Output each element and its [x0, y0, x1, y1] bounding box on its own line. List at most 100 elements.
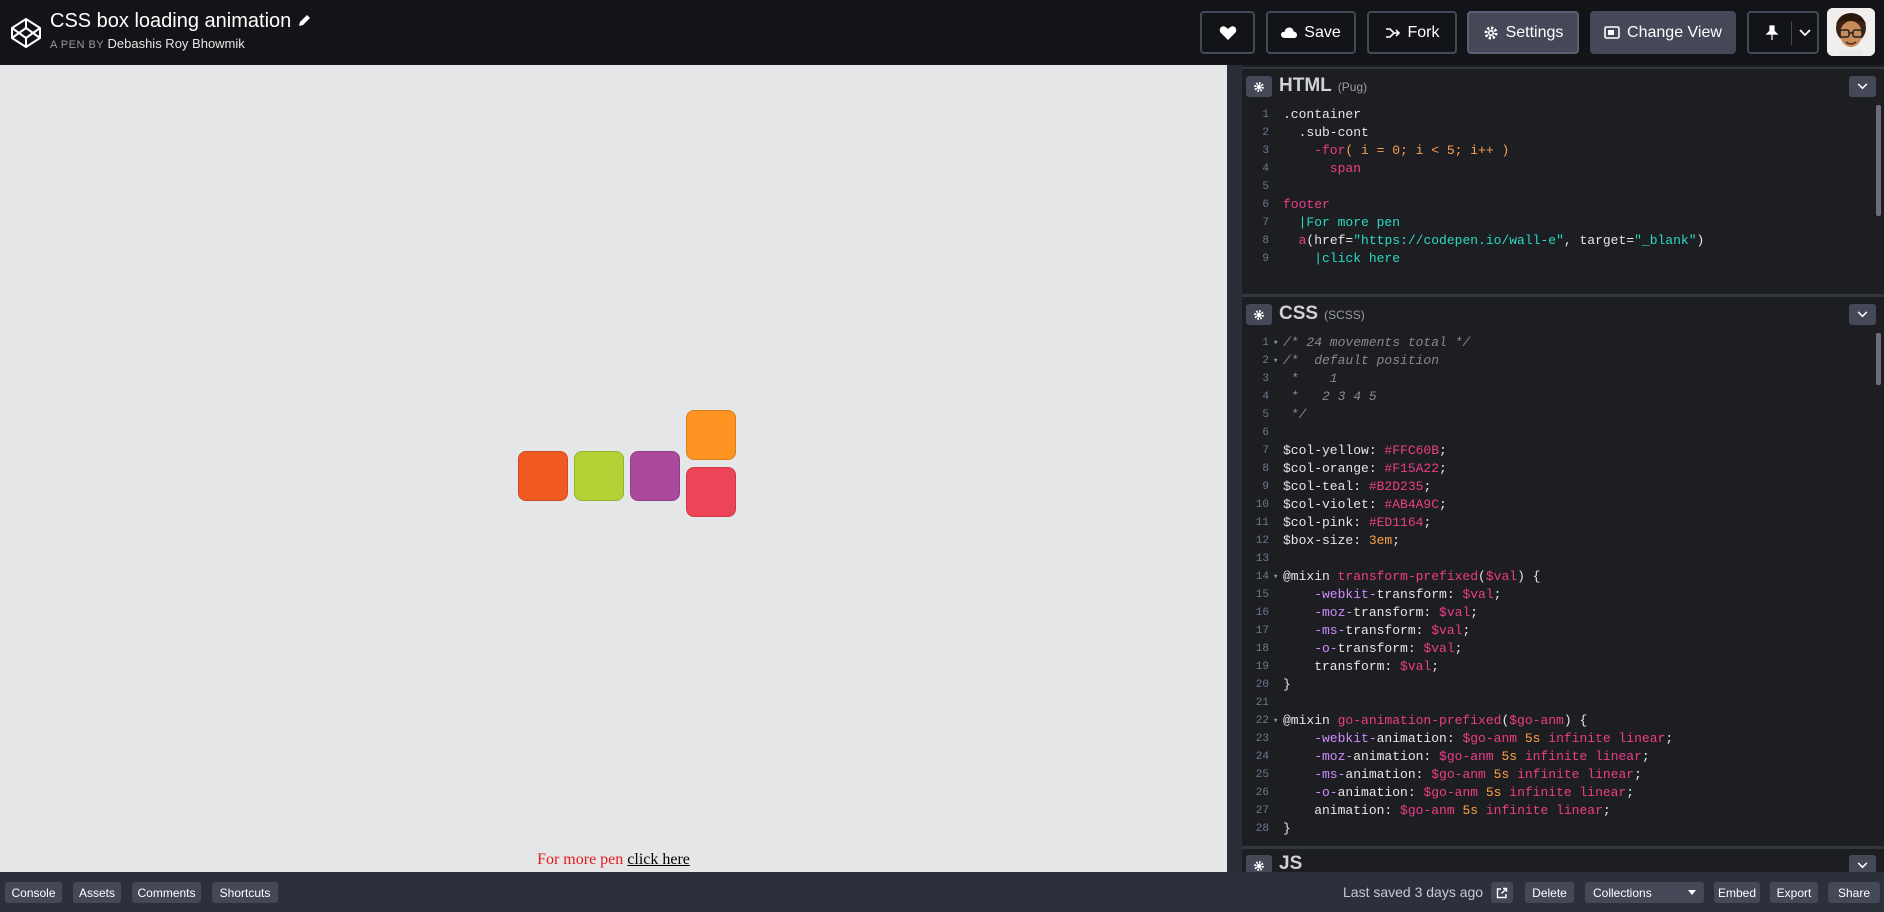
code-line[interactable]: 28}	[1242, 820, 1884, 838]
heart-button[interactable]	[1200, 11, 1255, 54]
user-avatar[interactable]	[1827, 8, 1875, 56]
code-line[interactable]: 1 .container	[1242, 106, 1884, 124]
code-token: .container	[1283, 107, 1362, 122]
css-collapse-button[interactable]	[1849, 304, 1876, 325]
cloud-icon	[1281, 27, 1298, 38]
line-number: 21	[1255, 697, 1269, 709]
code-line[interactable]: 5	[1242, 178, 1884, 196]
code-line[interactable]: 19 transform: $val;	[1242, 658, 1884, 676]
code-line[interactable]: 20}	[1242, 676, 1884, 694]
code-line[interactable]: 12 $box-size: 3em;	[1242, 532, 1884, 550]
code-line[interactable]: 1 ▾ /* 24 movements total */	[1242, 334, 1884, 352]
code-line[interactable]: 25 -ms-animation: $go-anm 5s infinite li…	[1242, 766, 1884, 784]
html-scrollbar[interactable]	[1876, 105, 1881, 216]
code-token: $col-yellow:	[1283, 443, 1385, 458]
code-token: ( i = 0; i < 5; i++ )	[1345, 143, 1510, 158]
pin-button[interactable]	[1747, 11, 1819, 54]
code-line[interactable]: 11 $col-pink: #ED1164;	[1242, 514, 1884, 532]
code-line[interactable]: 7 $col-yellow: #FFC60B;	[1242, 442, 1884, 460]
chevron-down-icon[interactable]	[1799, 29, 1811, 37]
comments-button[interactable]: Comments	[132, 882, 201, 903]
loader-box-green	[574, 451, 624, 501]
line-number: 3	[1262, 145, 1269, 157]
code-line[interactable]: 10 $col-violet: #AB4A9C;	[1242, 496, 1884, 514]
code-line[interactable]: 8 $col-orange: #F15A22;	[1242, 460, 1884, 478]
pen-title-block: CSS box loading animation A PEN BY Debas…	[50, 9, 311, 51]
css-settings-button[interactable]	[1246, 304, 1272, 325]
change-view-button[interactable]: Change View	[1590, 11, 1736, 54]
code-line[interactable]: 6 footer	[1242, 196, 1884, 214]
code-line[interactable]: 3 -for( i = 0; i < 5; i++ )	[1242, 142, 1884, 160]
assets-button[interactable]: Assets	[73, 882, 121, 903]
console-button[interactable]: Console	[5, 882, 62, 903]
html-collapse-button[interactable]	[1849, 76, 1876, 97]
code-line[interactable]: 4 span	[1242, 160, 1884, 178]
html-settings-button[interactable]	[1246, 76, 1272, 97]
fork-button[interactable]: Fork	[1367, 11, 1457, 54]
code-token: footer	[1283, 197, 1330, 212]
code-token: #FFC60B	[1384, 443, 1440, 458]
preview-pane: For more pen click here	[0, 65, 1227, 872]
code-line[interactable]: 3 * 1	[1242, 370, 1884, 388]
shortcuts-button[interactable]: Shortcuts	[212, 882, 278, 903]
code-line[interactable]: 9 $col-teal: #B2D235;	[1242, 478, 1884, 496]
pane-resize-divider[interactable]	[1227, 65, 1242, 872]
code-line[interactable]: 18 -o-transform: $val;	[1242, 640, 1884, 658]
code-line[interactable]: 13	[1242, 550, 1884, 568]
code-text: transform: $val;	[1283, 658, 1439, 676]
fold-arrow-icon[interactable]: ▾	[1273, 712, 1278, 730]
pen-title[interactable]: CSS box loading animation	[50, 9, 311, 33]
codepen-logo-icon[interactable]	[10, 17, 42, 49]
code-token: -ms-	[1283, 767, 1346, 782]
collections-dropdown[interactable]: Collections	[1585, 882, 1704, 903]
code-token: }	[1283, 821, 1291, 836]
code-line[interactable]: 14 ▾ @mixin transform-prefixed($val) {	[1242, 568, 1884, 586]
css-title-text: CSS	[1279, 303, 1319, 324]
author-link[interactable]: Debashis Roy Bhowmik	[108, 36, 245, 51]
settings-button[interactable]: Settings	[1467, 11, 1579, 54]
code-line[interactable]: 9 |click here	[1242, 250, 1884, 268]
code-line[interactable]: 15 -webkit-transform: $val;	[1242, 586, 1884, 604]
save-button[interactable]: Save	[1266, 11, 1356, 54]
code-line[interactable]: 2 .sub-cont	[1242, 124, 1884, 142]
code-line[interactable]: 17 -ms-transform: $val;	[1242, 622, 1884, 640]
fold-arrow-icon[interactable]: ▾	[1273, 334, 1278, 352]
css-code-editor[interactable]: 1 ▾ /* 24 movements total */ 2 ▾ /* default p…	[1242, 334, 1884, 844]
code-line[interactable]: 2 ▾ /* default position	[1242, 352, 1884, 370]
footer-click-here-link[interactable]: click here	[627, 851, 690, 868]
open-external-button[interactable]	[1491, 882, 1513, 903]
code-line[interactable]: 6	[1242, 424, 1884, 442]
code-token: ;	[1665, 731, 1674, 746]
share-button[interactable]: Share	[1828, 882, 1880, 903]
code-line[interactable]: 8 a(href="https://codepen.io/wall-e", ta…	[1242, 232, 1884, 250]
chevron-down-icon	[1857, 862, 1868, 869]
code-text: a(href="https://codepen.io/wall-e", targ…	[1283, 232, 1705, 250]
code-line[interactable]: 5 */	[1242, 406, 1884, 424]
html-code-editor[interactable]: 1 .container 2 .sub-cont 3 -for( i = 0; i <…	[1242, 106, 1884, 292]
edit-pencil-icon[interactable]	[297, 14, 311, 28]
code-line[interactable]: 27 animation: $go-anm 5s infinite linear…	[1242, 802, 1884, 820]
js-settings-button[interactable]	[1246, 855, 1272, 872]
code-token: transform:	[1283, 659, 1401, 674]
code-token: transform:	[1345, 623, 1432, 638]
code-text: /* default position	[1283, 352, 1439, 370]
code-token: |click here	[1283, 251, 1401, 266]
embed-button[interactable]: Embed	[1714, 882, 1760, 903]
code-line[interactable]: 4 * 2 3 4 5	[1242, 388, 1884, 406]
delete-button[interactable]: Delete	[1525, 882, 1574, 903]
code-line[interactable]: 21	[1242, 694, 1884, 712]
code-token: span	[1283, 161, 1362, 176]
code-line[interactable]: 7 |For more pen	[1242, 214, 1884, 232]
code-text: }	[1283, 676, 1291, 694]
code-line[interactable]: 16 -moz-transform: $val;	[1242, 604, 1884, 622]
code-line[interactable]: 26 -o-animation: $go-anm 5s infinite lin…	[1242, 784, 1884, 802]
code-line[interactable]: 24 -moz-animation: $go-anm 5s infinite l…	[1242, 748, 1884, 766]
fold-arrow-icon[interactable]: ▾	[1273, 352, 1278, 370]
code-line[interactable]: 23 -webkit-animation: $go-anm 5s infinit…	[1242, 730, 1884, 748]
code-line[interactable]: 22 ▾ @mixin go-animation-prefixed($go-anm)…	[1242, 712, 1884, 730]
css-scrollbar[interactable]	[1876, 333, 1881, 385]
js-collapse-button[interactable]	[1849, 855, 1876, 872]
export-button[interactable]: Export	[1770, 882, 1818, 903]
code-text: -moz-animation: $go-anm 5s infinite line…	[1283, 748, 1650, 766]
fold-arrow-icon[interactable]: ▾	[1273, 568, 1278, 586]
